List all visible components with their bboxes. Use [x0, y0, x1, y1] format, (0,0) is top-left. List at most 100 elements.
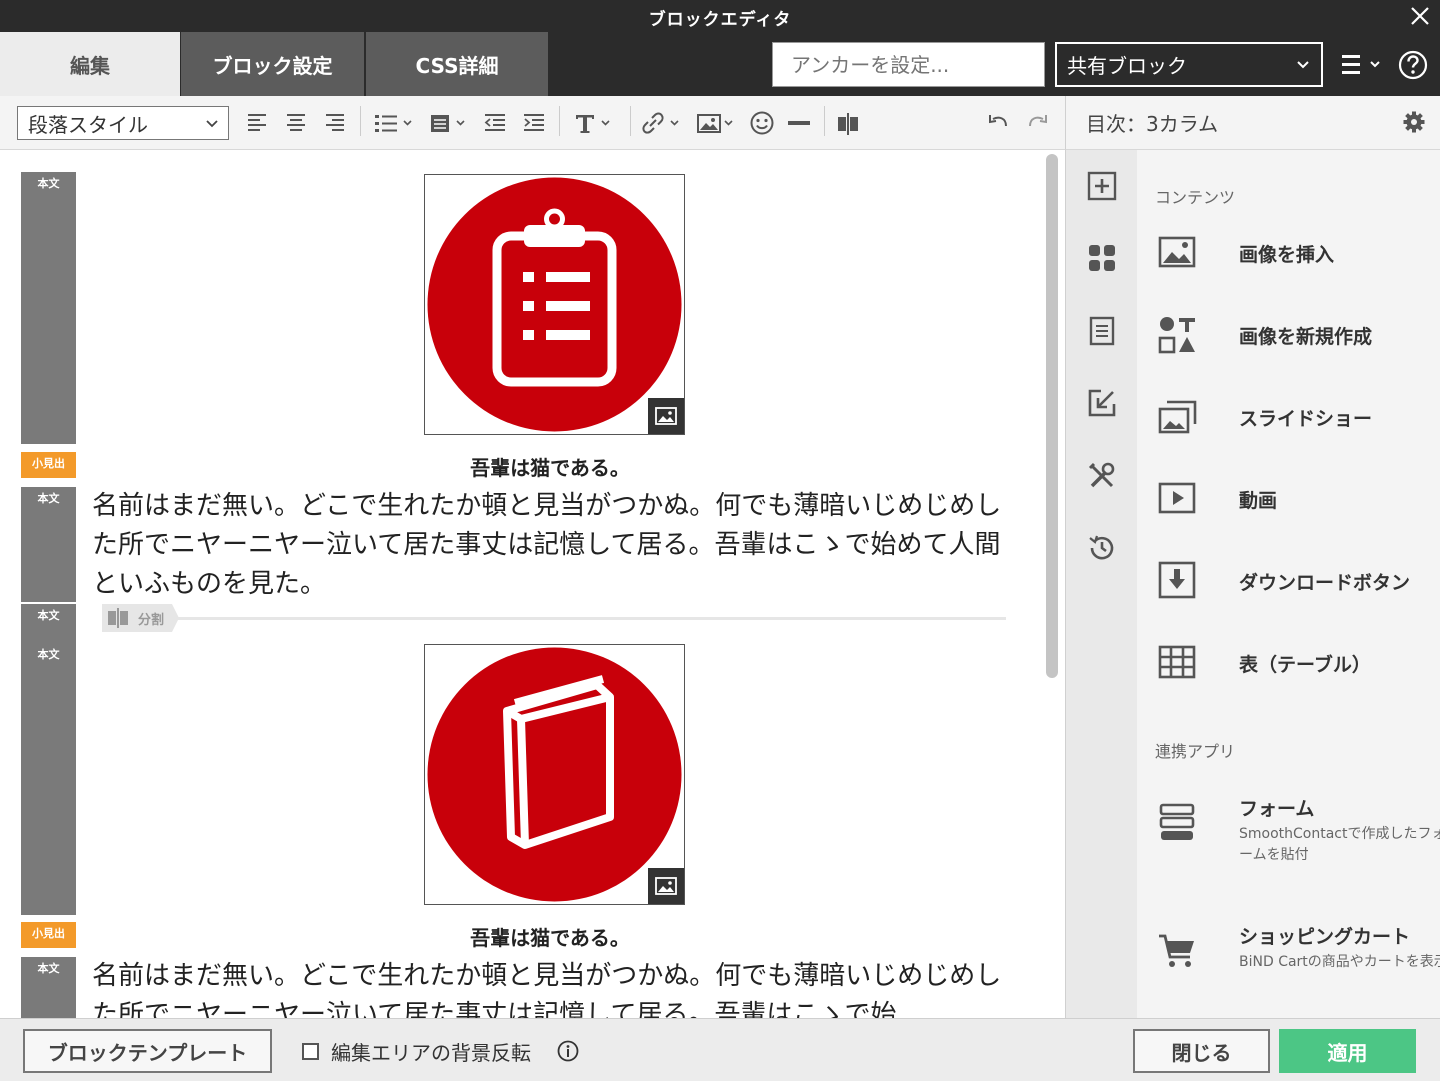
tab-edit[interactable]: 編集 [0, 32, 180, 96]
shared-block-select[interactable]: 共有ブロック [1055, 42, 1323, 87]
image-insert-icon[interactable] [695, 108, 739, 138]
panel-item-shopping-cart[interactable]: ショッピングカート BiND Cartの商品やカートを表示 [1155, 910, 1440, 1000]
panel-item-new-image[interactable]: 画像を新規作成 [1155, 310, 1440, 360]
split-label: 分割 [138, 613, 165, 628]
panel-item-label: ショッピングカート [1239, 926, 1411, 948]
image-icon [655, 877, 677, 895]
redo-icon[interactable] [1025, 108, 1051, 138]
indent-icon[interactable] [521, 108, 547, 138]
align-left-icon[interactable] [244, 108, 270, 138]
history-icon[interactable] [1086, 532, 1118, 564]
undo-icon[interactable] [985, 108, 1011, 138]
window-title: ブロックエディタ [648, 10, 792, 30]
paragraph-text[interactable]: 名前はまだ無い。どこで生れたか頓と見当がつかぬ。何でも薄暗いじめじめした所でニヤ… [92, 487, 1007, 604]
tab-block-settings[interactable]: ブロック設定 [181, 32, 364, 96]
block-template-button[interactable]: ブロックテンプレート [23, 1029, 272, 1073]
slideshow-icon [1158, 400, 1197, 434]
panel-item-label: 画像を新規作成 [1239, 326, 1373, 348]
panel-icon-rail [1065, 150, 1137, 1018]
title-bar: ブロックエディタ [0, 0, 1440, 32]
tab-css-detail[interactable]: CSS詳細 [366, 32, 548, 96]
import-icon[interactable] [1086, 387, 1118, 419]
gear-icon[interactable] [1402, 110, 1426, 134]
apply-button[interactable]: 適用 [1279, 1029, 1416, 1073]
image-settings-badge[interactable] [648, 868, 684, 904]
align-right-icon[interactable] [322, 108, 348, 138]
book-icon [427, 647, 682, 902]
paragraph-style-value: 段落スタイル [28, 113, 148, 137]
cart-icon [1159, 934, 1194, 967]
heading-tag[interactable]: 小見出 [21, 452, 76, 478]
body-tag[interactable]: 本文 [21, 487, 76, 513]
image-caption[interactable]: 吾輩は猫である。 [90, 922, 1010, 951]
split-columns-icon[interactable] [835, 108, 861, 138]
bottom-bar: ブロックテンプレート 編集エリアの背景反転 閉じる 適用 [0, 1018, 1440, 1081]
shapes-icon [1158, 317, 1195, 354]
chevron-down-icon [1297, 61, 1309, 69]
paragraph-style-select[interactable]: 段落スタイル [17, 106, 229, 140]
image-settings-badge[interactable] [648, 398, 684, 434]
tools-icon[interactable] [1086, 460, 1118, 492]
bulleted-list-icon[interactable] [373, 108, 415, 138]
link-icon[interactable] [640, 108, 684, 138]
tabs-row: 編集 ブロック設定 CSS詳細 共有ブロック [0, 32, 1440, 96]
panel-item-description: SmoothContactで作成したフォームを貼付 [1239, 826, 1440, 863]
block-gutter [21, 172, 76, 444]
toolbar-separator [824, 106, 825, 136]
table-icon [1158, 645, 1196, 679]
body-tag[interactable]: 本文 [21, 604, 76, 630]
body-tag[interactable]: 本文 [21, 172, 76, 198]
add-block-icon[interactable] [1086, 170, 1118, 202]
outdent-icon[interactable] [482, 108, 508, 138]
panel-item-form[interactable]: フォーム SmoothContactで作成したフォームを貼付 [1155, 782, 1440, 872]
shared-block-selected: 共有ブロック [1067, 54, 1187, 78]
panel-item-download-button[interactable]: ダウンロードボタン [1155, 556, 1440, 606]
panel-item-video[interactable]: 動画 [1155, 474, 1440, 524]
parts-grid-icon[interactable] [1086, 242, 1118, 274]
image-icon [1158, 236, 1196, 268]
panel-item-label: 動画 [1239, 490, 1278, 512]
toc-header: 目次：3カラム [1065, 96, 1440, 150]
emoji-icon[interactable] [748, 108, 776, 138]
anchor-input[interactable] [772, 42, 1045, 87]
split-marker[interactable]: 分割 [102, 604, 180, 632]
panel-item-label: 表（テーブル） [1239, 654, 1371, 676]
heading-tag[interactable]: 小見出 [21, 922, 76, 948]
close-button[interactable]: 閉じる [1133, 1029, 1270, 1073]
editor-scrollbar[interactable] [1046, 154, 1058, 678]
image-caption[interactable]: 吾輩は猫である。 [90, 452, 1010, 481]
panel-item-slideshow[interactable]: スライドショー [1155, 392, 1440, 442]
content-image[interactable] [424, 174, 685, 435]
hamburger-menu-icon[interactable] [1340, 52, 1384, 78]
panel-item-insert-image[interactable]: 画像を挿入 [1155, 228, 1440, 278]
content-image[interactable] [424, 644, 685, 905]
panel-item-label: フォーム [1239, 798, 1315, 820]
document-icon[interactable] [1086, 315, 1118, 347]
section-label-apps: 連携アプリ [1155, 742, 1236, 761]
panel-item-label: ダウンロードボタン [1239, 572, 1411, 594]
bg-invert-checkbox[interactable] [302, 1043, 319, 1060]
video-icon [1158, 482, 1196, 514]
text-style-icon[interactable] [573, 108, 617, 138]
toc-label: 目次：3カラム [1086, 112, 1219, 136]
panel-item-table[interactable]: 表（テーブル） [1155, 638, 1440, 688]
download-icon [1158, 561, 1196, 599]
toolbar-separator [630, 106, 631, 136]
format-toolbar: 段落スタイル [0, 96, 1065, 150]
paragraph-text[interactable]: 名前はまだ無い。どこで生れたか頓と見当がつかぬ。何でも薄暗いじめじめした所でニヤ… [92, 957, 1007, 1018]
toolbar-separator [360, 106, 361, 136]
info-icon[interactable] [557, 1040, 579, 1062]
help-icon[interactable] [1397, 49, 1429, 81]
toolbar-separator [559, 106, 560, 136]
contents-panel: コンテンツ 画像を挿入 画像を新規作成 スライドショー 動画 ダウンロードボタン… [1137, 150, 1440, 1018]
bg-invert-label: 編集エリアの背景反転 [331, 1041, 531, 1065]
horizontal-rule-icon[interactable] [786, 108, 812, 138]
body-tag[interactable]: 本文 [21, 957, 76, 983]
split-divider [170, 617, 1006, 620]
body-tag[interactable]: 本文 [21, 643, 76, 669]
block-format-icon[interactable] [428, 108, 470, 138]
close-icon[interactable] [1408, 4, 1432, 28]
align-center-icon[interactable] [283, 108, 309, 138]
panel-item-description: BiND Cartの商品やカートを表示 [1239, 954, 1440, 970]
form-icon [1159, 803, 1195, 840]
